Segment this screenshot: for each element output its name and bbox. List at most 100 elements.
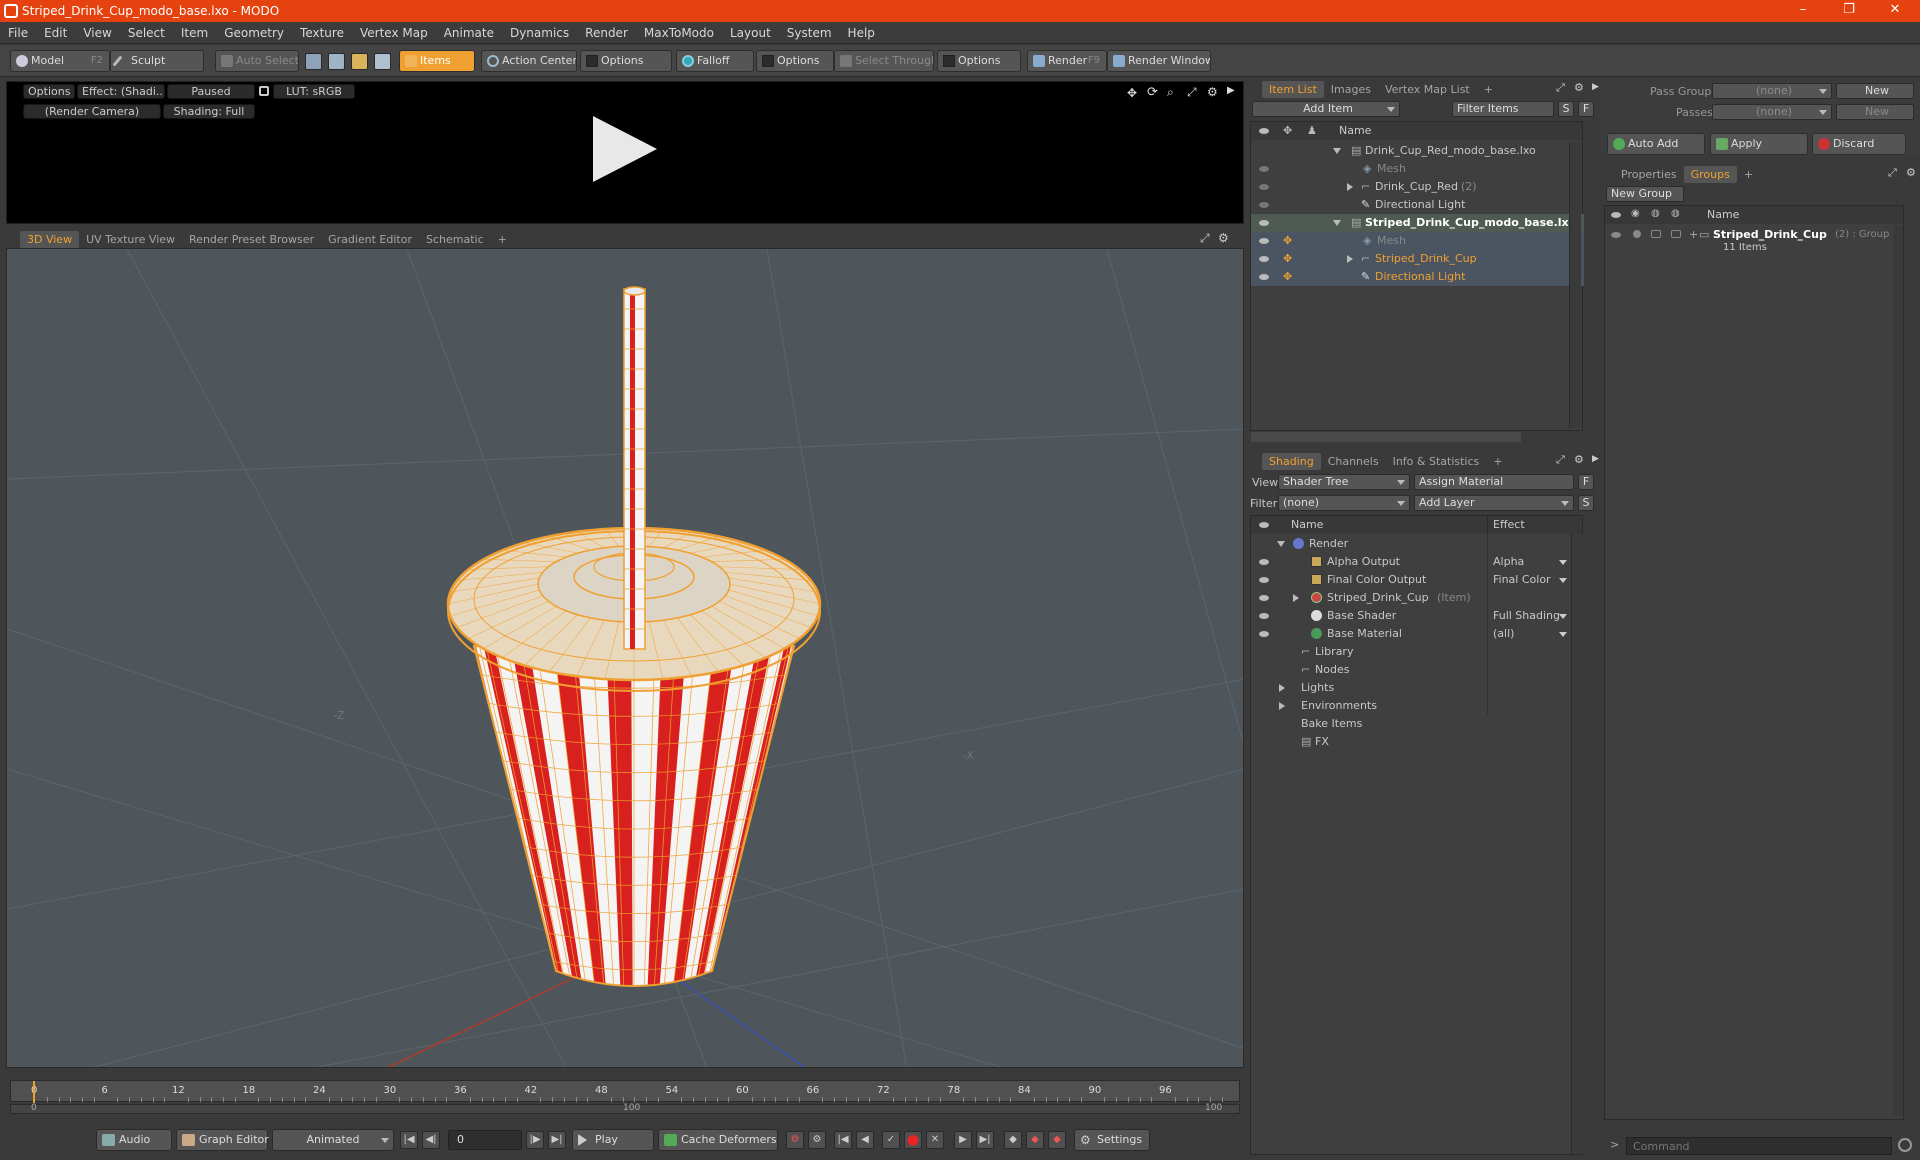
expand-icon[interactable] (1279, 684, 1285, 692)
menu-arrow-icon[interactable]: ▶ (1227, 85, 1235, 96)
discard-button[interactable]: Discard (1812, 133, 1906, 155)
previous-keyframe-icon[interactable]: ◀ (856, 1131, 874, 1149)
rotate-view-icon[interactable]: ⟳ (1147, 85, 1158, 100)
visibility-toggle-icon[interactable] (1259, 631, 1269, 637)
command-history-icon[interactable] (1898, 1138, 1912, 1152)
shader-row-base-material[interactable]: Base Material (all) (1251, 625, 1571, 643)
menu-layout[interactable]: Layout (722, 26, 779, 40)
expand-icon[interactable] (1293, 594, 1299, 602)
settings-button[interactable]: ⚙ Settings (1074, 1129, 1150, 1151)
shading-s-button[interactable]: S (1578, 495, 1594, 511)
tab-uv-texture-view[interactable]: UV Texture View (79, 231, 182, 248)
select-through-button[interactable]: Select Through (834, 50, 934, 72)
shading-f-button[interactable]: F (1578, 474, 1594, 490)
tab-images[interactable]: Images (1324, 81, 1378, 98)
play-button[interactable]: Play (572, 1129, 654, 1151)
add-layer-dropdown[interactable]: Add Layer (1414, 495, 1574, 511)
render-toggle-icon[interactable] (1633, 230, 1641, 238)
model-mode-button[interactable]: Model F2 (10, 50, 110, 72)
collapse-icon[interactable] (1277, 541, 1285, 547)
add-tab-button[interactable]: + (491, 231, 514, 248)
shader-row-nodes[interactable]: ⌐ Nodes (1251, 661, 1571, 679)
item-row-drink-cup-red[interactable]: ⌐ Drink_Cup_Red (2) (1251, 178, 1584, 196)
menu-texture[interactable]: Texture (292, 26, 352, 40)
visibility-toggle-icon[interactable] (1259, 220, 1269, 226)
key-channels-icon[interactable]: ◆ (1004, 1131, 1022, 1149)
menu-maxtomodo[interactable]: MaxToModo (636, 26, 722, 40)
shader-row-environments[interactable]: Environments (1251, 697, 1571, 715)
item-list-gear-icon[interactable]: ⚙ (1574, 81, 1584, 94)
selected-lock-icon[interactable]: ✥ (1283, 250, 1292, 268)
tab-gradient-editor[interactable]: Gradient Editor (321, 231, 419, 248)
graph-editor-button[interactable]: Graph Editor (176, 1129, 269, 1151)
viewport-gear-icon[interactable]: ⚙ (1218, 231, 1229, 245)
panel-menu-arrow-icon[interactable]: ▶ (1592, 82, 1599, 92)
apply-button[interactable]: Apply (1710, 133, 1808, 155)
new-pass-button[interactable]: New (1836, 104, 1914, 120)
expand-icon[interactable] (1347, 183, 1353, 191)
collapse-icon[interactable] (1333, 148, 1341, 154)
group-row-striped-drink-cup[interactable]: + ▭ Striped_Drink_Cup (2) : Group 11 Ite… (1605, 226, 1895, 258)
record-icon[interactable]: ● (904, 1131, 922, 1149)
select-toggle-icon[interactable] (1671, 230, 1681, 238)
camera-dropdown[interactable]: (Render Camera) (23, 104, 161, 119)
menu-edit[interactable]: Edit (36, 26, 75, 40)
go-to-end-icon[interactable]: ▶| (548, 1131, 566, 1149)
add-tab-button[interactable]: + (1737, 166, 1760, 183)
sculpt-mode-button[interactable]: Sculpt (110, 50, 204, 72)
passes-dropdown[interactable]: (none) (1712, 104, 1832, 120)
menu-file[interactable]: File (0, 26, 36, 40)
lock-toggle-icon[interactable] (1651, 230, 1661, 238)
filter-s-button[interactable]: S (1558, 101, 1574, 117)
restore-icon[interactable]: ❐ (1826, 0, 1872, 22)
shading-dropdown[interactable]: Shading: Full (163, 104, 255, 119)
audio-button[interactable]: Audio (96, 1129, 172, 1151)
maximize-panel-icon[interactable]: ⤢ (1556, 453, 1565, 467)
chevron-down-icon[interactable] (1559, 632, 1567, 637)
selected-lock-icon[interactable]: ✥ (1283, 268, 1292, 286)
shader-row-lights[interactable]: Lights (1251, 679, 1571, 697)
item-row-scene-2[interactable]: ▤ Striped_Drink_Cup_modo_base.lxo (1251, 214, 1584, 232)
visibility-toggle-icon[interactable] (1259, 238, 1269, 244)
add-item-dropdown[interactable]: Add Item (1252, 101, 1400, 117)
menu-item[interactable]: Item (173, 26, 216, 40)
item-row-light-2[interactable]: ✥ ✎ Directional Light (1251, 268, 1584, 286)
close-icon[interactable]: ✕ (1872, 0, 1918, 22)
visibility-toggle-icon[interactable] (1259, 613, 1269, 619)
next-keyframe-icon[interactable]: ▶ (954, 1131, 972, 1149)
move-view-icon[interactable]: ✥ (1127, 86, 1137, 100)
maximize-viewport-icon[interactable]: ⤢ (1200, 231, 1210, 246)
previous-frame-icon[interactable]: ◀| (422, 1131, 440, 1149)
tab-3d-view[interactable]: 3D View (20, 231, 80, 248)
item-row-scene-1[interactable]: ▤ Drink_Cup_Red_modo_base.lxo (1251, 142, 1584, 160)
item-list-scrollbar[interactable] (1569, 142, 1581, 428)
render-button[interactable]: Render F9 (1027, 50, 1107, 72)
preview-options-button[interactable]: Options (23, 84, 75, 99)
go-to-start-icon[interactable]: |◀ (400, 1131, 418, 1149)
timeline-ruler[interactable]: 06121824303642485460667278849096 (10, 1080, 1240, 1103)
shader-tree-scrollbar[interactable] (1571, 534, 1583, 1154)
menu-geometry[interactable]: Geometry (216, 26, 292, 40)
tab-vertex-map-list[interactable]: Vertex Map List (1378, 81, 1477, 98)
shader-row-base-shader[interactable]: Base Shader Full Shading (1251, 607, 1571, 625)
item-row-striped-drink-cup[interactable]: ✥ ⌐ Striped_Drink_Cup (1251, 250, 1584, 268)
paused-button[interactable]: Paused (167, 84, 255, 99)
tab-groups[interactable]: Groups (1683, 166, 1737, 183)
cache-deformers-button[interactable]: Cache Deformers (658, 1129, 778, 1151)
select-through-options-button[interactable]: Options (937, 50, 1021, 72)
shader-row-fx[interactable]: ▤ FX (1251, 733, 1571, 751)
visibility-toggle-icon[interactable] (1259, 166, 1269, 172)
key-all-icon[interactable]: ◆ (1026, 1131, 1044, 1149)
new-pass-group-button[interactable]: New (1836, 83, 1914, 99)
tab-item-list[interactable]: Item List (1262, 81, 1324, 98)
next-frame-icon[interactable]: |▶ (526, 1131, 544, 1149)
add-tab-button[interactable]: + (1486, 453, 1509, 470)
action-center-options-button[interactable]: Options (580, 50, 672, 72)
cup-body[interactable] (472, 645, 796, 989)
menu-animate[interactable]: Animate (436, 26, 502, 40)
key-filter-icon[interactable]: ⚙ (808, 1131, 826, 1149)
timeline[interactable]: 06121824303642485460667278849096 0 100 1… (6, 1074, 1244, 1118)
materials-mode-icon[interactable] (374, 53, 391, 70)
minimize-icon[interactable]: – (1780, 0, 1826, 22)
visibility-toggle-icon[interactable] (1259, 595, 1269, 601)
